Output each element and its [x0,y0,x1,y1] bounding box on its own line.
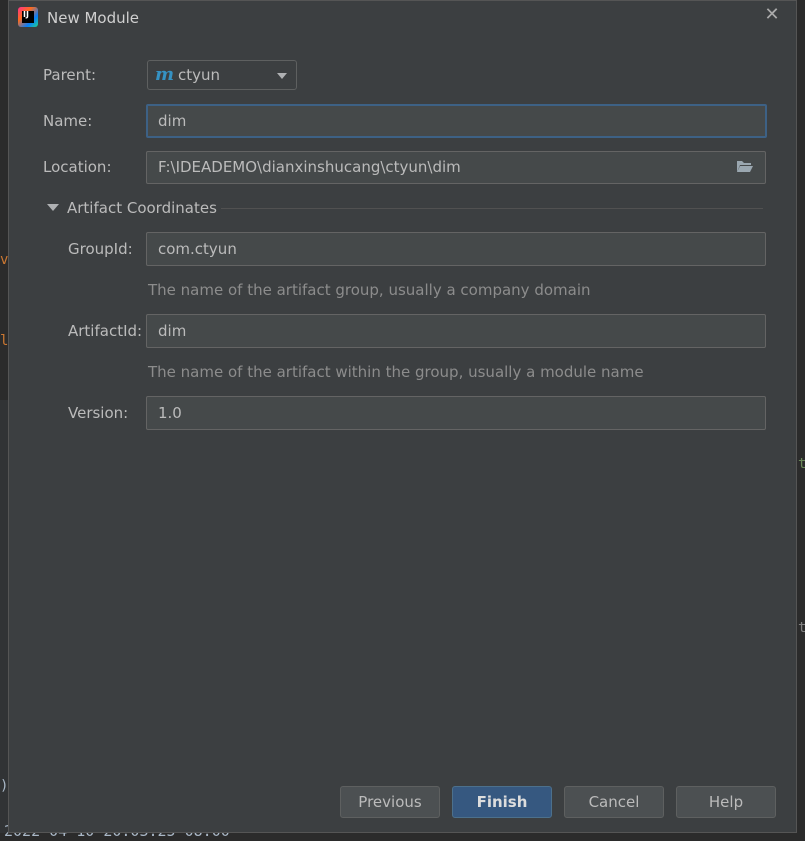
chevron-down-icon [277,73,287,79]
parent-dropdown[interactable]: m ctyun [147,60,297,90]
background-ide-left-panel [0,400,8,841]
name-label: Name: [43,112,93,130]
previous-button[interactable]: Previous [340,786,440,818]
artifactid-input[interactable]: dim [146,314,766,348]
section-divider [221,208,763,209]
parent-label: Parent: [43,66,97,84]
folder-open-icon[interactable] [736,160,754,173]
background-char: t [798,620,805,636]
background-ide-right [797,0,805,841]
maven-m-icon: m [155,64,175,85]
cancel-button[interactable]: Cancel [564,786,664,818]
artifact-section-title[interactable]: Artifact Coordinates [67,199,217,217]
groupid-label: GroupId: [68,240,133,258]
help-button[interactable]: Help [676,786,776,818]
version-input[interactable]: 1.0 [146,396,766,430]
groupid-input[interactable]: com.ctyun [146,232,766,266]
app-icon-text: IJ [23,10,29,19]
background-char: t [798,456,805,472]
dialog-title: New Module [47,9,140,27]
new-module-dialog: IJ New Module ✕ Parent: m ctyun Name: di… [8,0,797,833]
location-label: Location: [43,158,112,176]
version-label: Version: [68,404,129,422]
title-bar: IJ New Module ✕ [9,1,796,35]
artifactid-hint: The name of the artifact within the grou… [148,363,644,381]
groupid-hint: The name of the artifact group, usually … [148,281,591,299]
artifactid-label: ArtifactId: [68,322,143,340]
triangle-down-icon[interactable] [47,204,59,211]
finish-button[interactable]: Finish [452,786,552,818]
location-input[interactable]: F:\IDEADEMO\dianxinshucang\ctyun\dim [146,151,766,184]
location-value: F:\IDEADEMO\dianxinshucang\ctyun\dim [158,158,461,176]
close-icon[interactable]: ✕ [762,5,782,25]
name-input[interactable]: dim [146,104,767,138]
parent-value: ctyun [178,66,221,84]
app-icon: IJ [18,7,38,27]
